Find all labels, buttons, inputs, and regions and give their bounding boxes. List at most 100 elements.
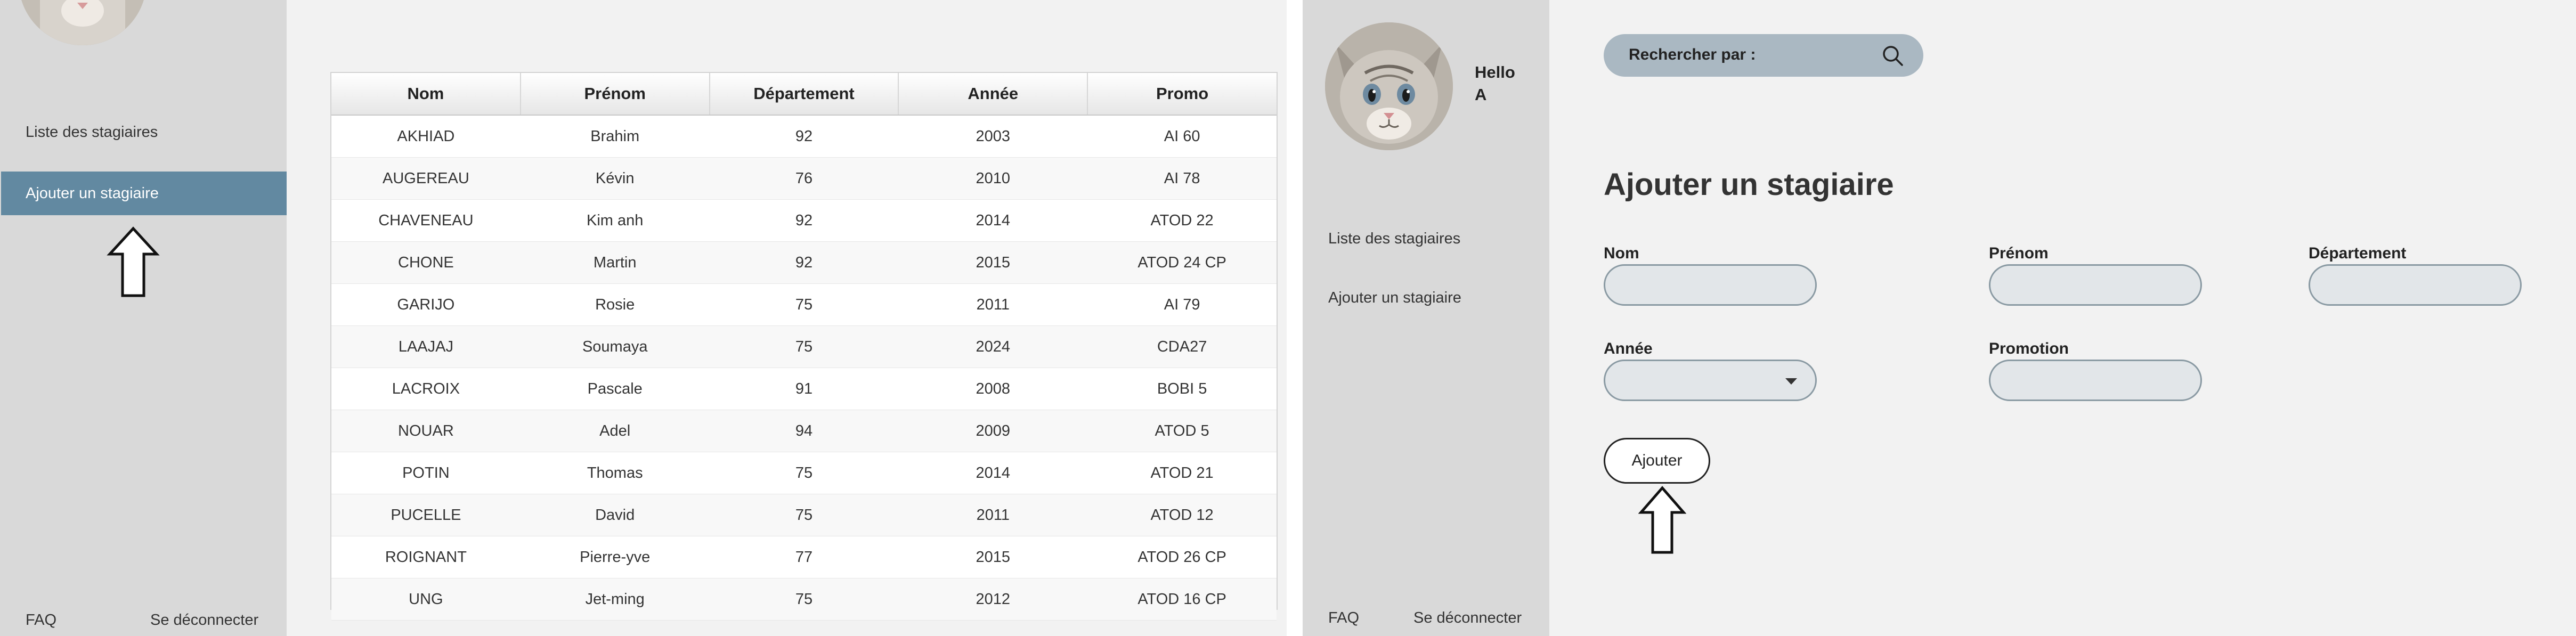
table-row[interactable]: AUGEREAU Kévin 76 2010 AI 78 <box>331 157 1277 200</box>
table-cell: Kévin <box>520 157 710 200</box>
table-cell: 75 <box>709 325 899 368</box>
table-cell: Pascale <box>520 368 710 410</box>
stagiaires-table: Nom Prénom Département Année Promo AKHIAD Bra… <box>330 72 1278 621</box>
column-header[interactable]: Promo <box>1087 73 1277 116</box>
table-row[interactable]: PUCELLE David 75 2011 ATOD 12 <box>331 494 1277 536</box>
table-cell: 75 <box>709 283 899 326</box>
column-header[interactable]: Prénom <box>520 73 710 116</box>
avatar-kitten <box>1325 22 1453 150</box>
table-cell: David <box>520 494 710 536</box>
search-label: Rechercher par : <box>1629 46 1756 63</box>
nom-input[interactable] <box>1604 264 1817 306</box>
sidebar-item-label: Liste des stagiaires <box>1328 230 1461 247</box>
left-screen: Liste des stagiaires Ajouter un stagiair… <box>0 0 1287 636</box>
table-row[interactable]: ROIGNANT Pierre-yve 77 2015 ATOD 26 CP <box>331 536 1277 578</box>
table-cell: ATOD 5 <box>1087 410 1277 452</box>
table-cell: ATOD 22 <box>1087 199 1277 242</box>
page-title: Ajouter un stagiaire <box>1604 167 1894 202</box>
table-cell: Adel <box>520 410 710 452</box>
column-header[interactable]: Nom <box>331 73 521 116</box>
table-cell: AUGEREAU <box>331 157 521 200</box>
table-cell: 2003 <box>898 115 1088 158</box>
table-cell: 92 <box>709 199 899 242</box>
table-cell: ATOD 16 CP <box>1087 578 1277 621</box>
table-row[interactable]: GARIJO Rosie 75 2011 AI 79 <box>331 283 1277 326</box>
table-cell: ATOD 26 CP <box>1087 536 1277 578</box>
table-header-row: Nom Prénom Département Année Promo <box>331 73 1277 116</box>
table-cell: LAAJAJ <box>331 325 521 368</box>
table-cell: 91 <box>709 368 899 410</box>
sidebar-item-label: Ajouter un stagiaire <box>26 185 159 202</box>
departement-label: Département <box>2309 244 2407 262</box>
table-cell: CHONE <box>331 241 521 284</box>
table-row[interactable]: AKHIAD Brahim 92 2003 AI 60 <box>331 115 1277 158</box>
table-row[interactable]: CHAVENEAU Kim anh 92 2014 ATOD 22 <box>331 199 1277 242</box>
departement-input[interactable] <box>2309 264 2522 306</box>
sidebar-item-add[interactable]: Ajouter un stagiaire <box>1328 289 1461 307</box>
table-cell: 75 <box>709 578 899 621</box>
logout-link[interactable]: Se déconnecter <box>1413 609 1522 627</box>
table-cell: 2011 <box>898 283 1088 326</box>
table-row[interactable]: LACROIX Pascale 91 2008 BOBI 5 <box>331 368 1277 410</box>
table-row[interactable]: POTIN Thomas 75 2014 ATOD 21 <box>331 452 1277 494</box>
table-cell: 2012 <box>898 578 1088 621</box>
table-cell: AI 60 <box>1087 115 1277 158</box>
table-cell: 2015 <box>898 536 1088 578</box>
greeting-user: A <box>1475 85 1487 104</box>
sidebar-item-list[interactable]: Liste des stagiaires <box>26 124 158 141</box>
annee-select[interactable] <box>1604 360 1817 401</box>
prenom-input[interactable] <box>1989 264 2202 306</box>
table-cell: Pierre-yve <box>520 536 710 578</box>
table-row[interactable]: UNG Jet-ming 75 2012 ATOD 16 CP <box>331 578 1277 621</box>
table-cell: Thomas <box>520 452 710 494</box>
annee-label: Année <box>1604 340 1653 357</box>
search-bar[interactable]: Rechercher par : <box>1604 34 1923 77</box>
sidebar-item-label: Liste des stagiaires <box>26 124 158 141</box>
table-cell: NOUAR <box>331 410 521 452</box>
table-cell: 76 <box>709 157 899 200</box>
table-cell: 77 <box>709 536 899 578</box>
table-row[interactable]: NOUAR Adel 94 2009 ATOD 5 <box>331 410 1277 452</box>
table-cell: 2010 <box>898 157 1088 200</box>
sidebar-item-list[interactable]: Liste des stagiaires <box>1328 230 1460 248</box>
promotion-label: Promotion <box>1989 340 2069 357</box>
faq-link[interactable]: FAQ <box>1328 609 1359 627</box>
table-cell: AKHIAD <box>331 115 521 158</box>
table-cell: LACROIX <box>331 368 521 410</box>
table-cell: Soumaya <box>520 325 710 368</box>
column-header[interactable]: Année <box>898 73 1088 116</box>
table-cell: Martin <box>520 241 710 284</box>
table-row[interactable]: CHONE Martin 92 2015 ATOD 24 CP <box>331 241 1277 284</box>
greeting-line: Hello <box>1475 63 1515 81</box>
table-cell: 2015 <box>898 241 1088 284</box>
table-cell: UNG <box>331 578 521 621</box>
table-cell: Rosie <box>520 283 710 326</box>
table-cell: 2014 <box>898 452 1088 494</box>
logout-link[interactable]: Se déconnecter <box>150 611 258 629</box>
sidebar-item-label: Ajouter un stagiaire <box>1328 289 1461 306</box>
table-body: AKHIAD Brahim 92 2003 AI 60 AUGEREAU Kévin 76 20… <box>331 115 1277 621</box>
greeting: Hello A <box>1475 61 1515 106</box>
add-button[interactable]: Ajouter <box>1604 438 1710 484</box>
sidebar: Liste des stagiaires Ajouter un stagiair… <box>0 0 287 636</box>
chevron-down-icon[interactable] <box>1785 378 1797 385</box>
promotion-input[interactable] <box>1989 360 2202 401</box>
avatar-kitten <box>19 0 147 45</box>
table-cell: 2008 <box>898 368 1088 410</box>
faq-link[interactable]: FAQ <box>26 611 56 629</box>
table-cell: CDA27 <box>1087 325 1277 368</box>
table-cell: CHAVENEAU <box>331 199 521 242</box>
prenom-label: Prénom <box>1989 244 2049 262</box>
table-cell: 75 <box>709 452 899 494</box>
table-cell: 92 <box>709 115 899 158</box>
column-header[interactable]: Département <box>709 73 899 116</box>
table-cell: 75 <box>709 494 899 536</box>
table-cell: GARIJO <box>331 283 521 326</box>
table-row[interactable]: LAAJAJ Soumaya 75 2024 CDA27 <box>331 325 1277 368</box>
table-cell: Kim anh <box>520 199 710 242</box>
search-icon[interactable] <box>1881 44 1904 67</box>
up-arrow-annotation <box>107 226 160 297</box>
table-cell: 92 <box>709 241 899 284</box>
sidebar-item-add[interactable]: Ajouter un stagiaire <box>1 172 287 215</box>
table-cell: AI 78 <box>1087 157 1277 200</box>
